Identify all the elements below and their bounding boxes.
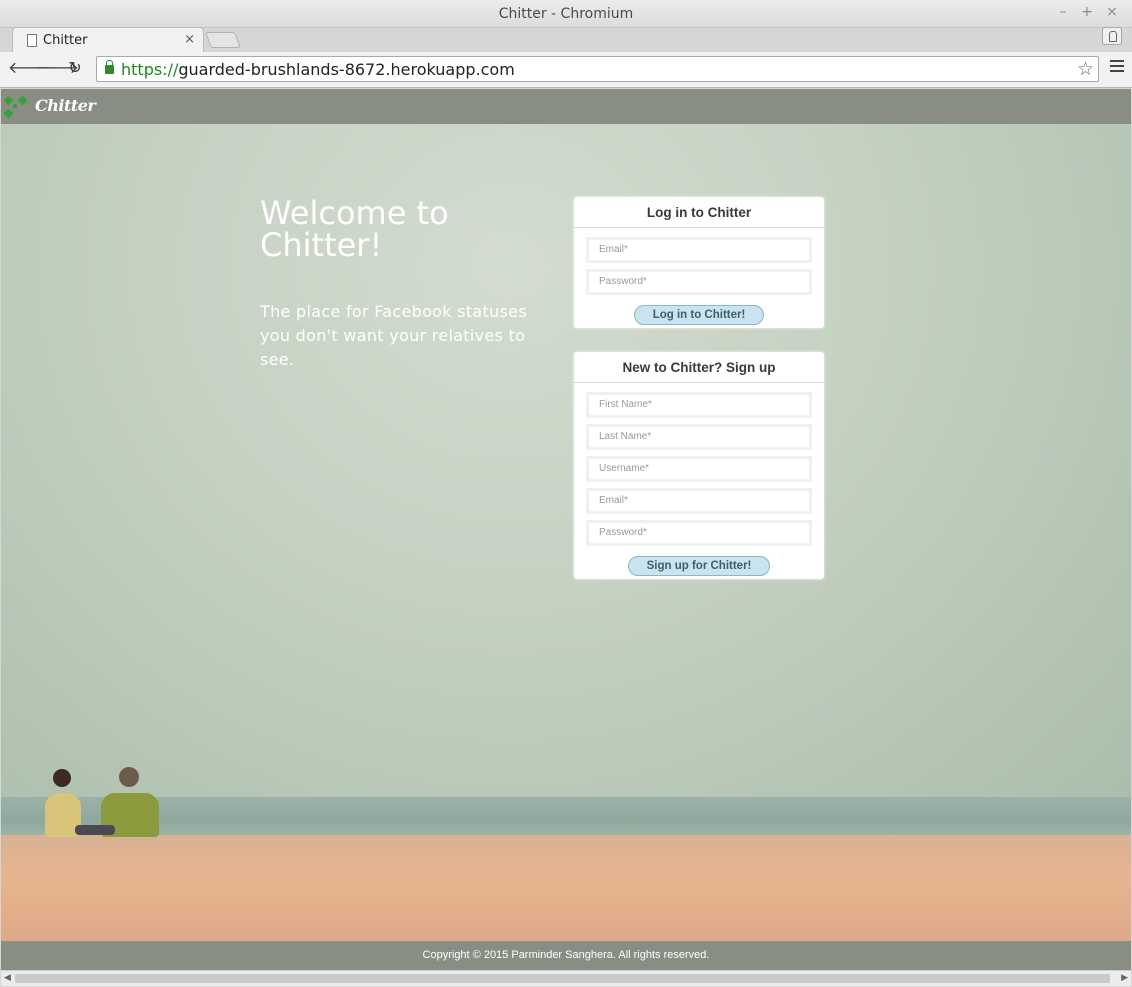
- back-button[interactable]: 🡐: [8, 58, 51, 78]
- page-viewport: Chitter Welcome to Chitter! The place fo…: [1, 89, 1131, 970]
- url-scheme: https://: [121, 60, 179, 79]
- menu-icon[interactable]: [1110, 60, 1124, 74]
- tab-close-icon[interactable]: ×: [184, 32, 195, 47]
- signup-button[interactable]: Sign up for Chitter!: [627, 556, 771, 576]
- scrollbar-thumb[interactable]: [15, 974, 1110, 983]
- background-sand: [1, 835, 1131, 941]
- signup-password-field[interactable]: Password*: [586, 520, 812, 546]
- welcome-title: Welcome to Chitter!: [260, 194, 449, 264]
- address-bar[interactable]: https://guarded-brushlands-8672.herokuap…: [96, 56, 1099, 82]
- tagline: The place for Facebook statuses you don'…: [260, 302, 527, 369]
- chitter-logo-icon[interactable]: [3, 95, 29, 119]
- login-heading: Log in to Chitter: [574, 197, 824, 228]
- new-tab-button[interactable]: [205, 32, 241, 48]
- scroll-right-icon[interactable]: ▶: [1121, 973, 1128, 983]
- login-button[interactable]: Log in to Chitter!: [633, 305, 765, 325]
- background-people-image: [39, 767, 169, 837]
- last-name-field[interactable]: Last Name*: [586, 424, 812, 450]
- login-email-field[interactable]: Email*: [586, 237, 812, 263]
- horizontal-scrollbar[interactable]: ◀ ▶: [1, 970, 1131, 986]
- url-host: guarded-brushlands-8672.herokuapp.com: [178, 60, 515, 79]
- first-name-field[interactable]: First Name*: [586, 392, 812, 418]
- scroll-left-icon[interactable]: ◀: [4, 973, 11, 983]
- page-icon: [27, 34, 37, 47]
- minimize-button[interactable]: –: [1054, 4, 1072, 20]
- bookmark-star-icon[interactable]: ☆: [1077, 58, 1094, 80]
- forward-button[interactable]: 🡒: [36, 58, 79, 78]
- username-field[interactable]: Username*: [586, 456, 812, 482]
- lock-icon: [105, 60, 114, 74]
- tab-title: Chitter: [43, 33, 88, 48]
- brand-link[interactable]: Chitter: [35, 96, 96, 115]
- login-password-field[interactable]: Password*: [586, 269, 812, 295]
- window-title: Chitter - Chromium: [498, 6, 634, 22]
- background-sea: [1, 797, 1131, 839]
- site-navbar: Chitter: [1, 89, 1131, 124]
- background-sky: [1, 124, 1131, 834]
- reload-button[interactable]: ↻: [65, 58, 85, 78]
- site-footer: Copyright © 2015 Parminder Sanghera. All…: [1, 941, 1131, 970]
- maximize-button[interactable]: +: [1078, 4, 1096, 20]
- signup-email-field[interactable]: Email*: [586, 488, 812, 514]
- profile-icon[interactable]: [1102, 27, 1122, 45]
- signup-panel: New to Chitter? Sign up First Name* Last…: [574, 352, 824, 579]
- url-text: https://guarded-brushlands-8672.herokuap…: [121, 60, 515, 79]
- login-panel: Log in to Chitter Email* Password* Log i…: [574, 197, 824, 328]
- welcome-section: Welcome to Chitter! The place for Facebo…: [260, 197, 540, 372]
- tab-chitter[interactable]: Chitter ×: [12, 27, 204, 53]
- tab-strip: Chitter ×: [0, 24, 1132, 53]
- signup-heading: New to Chitter? Sign up: [574, 352, 824, 383]
- browser-toolbar: 🡐 🡒 ↻ https://guarded-brushlands-8672.he…: [0, 52, 1132, 88]
- close-window-button[interactable]: ×: [1103, 4, 1121, 20]
